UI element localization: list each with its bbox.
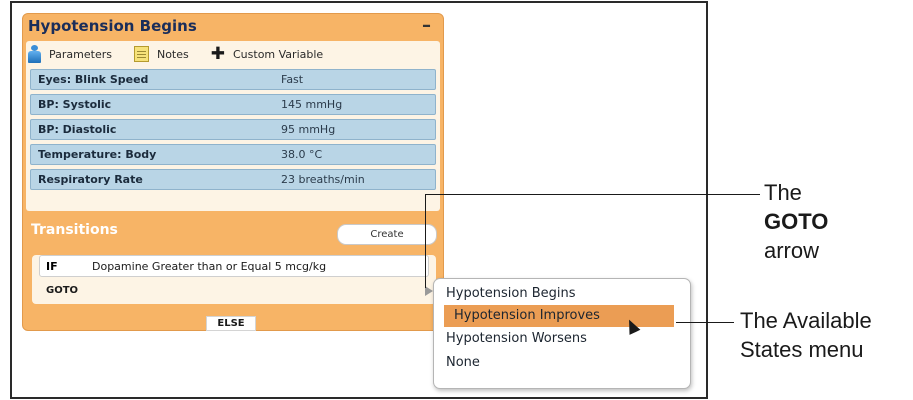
menu-callout-line2: States menu bbox=[740, 337, 864, 362]
parameter-value: 23 breaths/min bbox=[281, 173, 365, 186]
parameter-name: Temperature: Body bbox=[38, 148, 157, 161]
menu-item-hypotension-begins[interactable]: Hypotension Begins bbox=[446, 283, 576, 305]
menu-item-hypotension-improves[interactable]: Hypotension Improves bbox=[444, 305, 674, 327]
panel-toolbar: Parameters Notes ✚ Custom Variable bbox=[26, 41, 440, 67]
menu-item-hypotension-worsens[interactable]: Hypotension Worsens bbox=[446, 328, 587, 350]
menu-callout-line1: The Available bbox=[740, 308, 872, 333]
parameter-value: 145 mmHg bbox=[281, 98, 343, 111]
goto-callout-connector bbox=[425, 194, 426, 288]
goto-keyword: GOTO bbox=[46, 285, 79, 296]
goto-callout-line3: arrow bbox=[764, 238, 820, 263]
plus-icon: ✚ bbox=[210, 43, 225, 64]
parameter-name: BP: Diastolic bbox=[38, 123, 117, 136]
collapse-button[interactable]: – bbox=[422, 15, 431, 36]
custom-variable-label: Custom Variable bbox=[233, 47, 324, 61]
notes-button[interactable]: Notes bbox=[133, 46, 189, 62]
menu-callout-label: The Available States menu bbox=[740, 306, 872, 364]
parameter-row[interactable]: Respiratory Rate 23 breaths/min bbox=[30, 169, 436, 190]
parameter-value: 95 mmHg bbox=[281, 123, 336, 136]
panel-body: Parameters Notes ✚ Custom Variable Eyes:… bbox=[26, 41, 440, 211]
parameter-value: Fast bbox=[281, 73, 304, 86]
available-states-menu: Hypotension Begins Hypotension Improves … bbox=[433, 278, 691, 389]
notes-icon bbox=[133, 46, 149, 62]
goto-callout-line2: GOTO bbox=[764, 207, 828, 236]
panel-title: Hypotension Begins bbox=[28, 17, 197, 35]
transitions-heading: Transitions bbox=[31, 222, 118, 238]
goto-callout-label: The GOTO arrow bbox=[764, 178, 828, 265]
parameter-row[interactable]: BP: Diastolic 95 mmHg bbox=[30, 119, 436, 140]
custom-variable-button[interactable]: ✚ Custom Variable bbox=[210, 43, 324, 64]
goto-arrow-icon[interactable] bbox=[425, 286, 433, 296]
if-keyword: IF bbox=[46, 259, 58, 273]
parameter-name: Respiratory Rate bbox=[38, 173, 143, 186]
parameter-row[interactable]: Temperature: Body 38.0 °C bbox=[30, 144, 436, 165]
state-panel: Hypotension Begins – Parameters Notes ✚ … bbox=[22, 13, 444, 331]
goto-callout-line bbox=[425, 194, 760, 195]
goto-callout-keyword: GOTO bbox=[764, 209, 829, 234]
if-condition-text: Dopamine Greater than or Equal 5 mcg/kg bbox=[92, 259, 327, 273]
parameter-name: BP: Systolic bbox=[38, 98, 112, 111]
parameters-icon bbox=[28, 45, 41, 63]
create-transition-button[interactable]: Create bbox=[337, 224, 437, 245]
parameters-button[interactable]: Parameters bbox=[26, 45, 112, 63]
parameter-row[interactable]: BP: Systolic 145 mmHg bbox=[30, 94, 436, 115]
parameters-label: Parameters bbox=[49, 47, 112, 61]
else-button[interactable]: ELSE bbox=[206, 316, 256, 331]
transition-condition: IF Dopamine Greater than or Equal 5 mcg/… bbox=[32, 255, 436, 304]
if-condition-row[interactable]: IF Dopamine Greater than or Equal 5 mcg/… bbox=[39, 255, 429, 277]
menu-item-none[interactable]: None bbox=[446, 352, 480, 374]
parameter-name: Eyes: Blink Speed bbox=[38, 73, 149, 86]
goto-callout-line1: The bbox=[764, 180, 802, 205]
parameter-row[interactable]: Eyes: Blink Speed Fast bbox=[30, 69, 436, 90]
notes-label: Notes bbox=[156, 47, 189, 61]
menu-callout-line bbox=[676, 322, 734, 323]
parameter-value: 38.0 °C bbox=[281, 148, 323, 161]
